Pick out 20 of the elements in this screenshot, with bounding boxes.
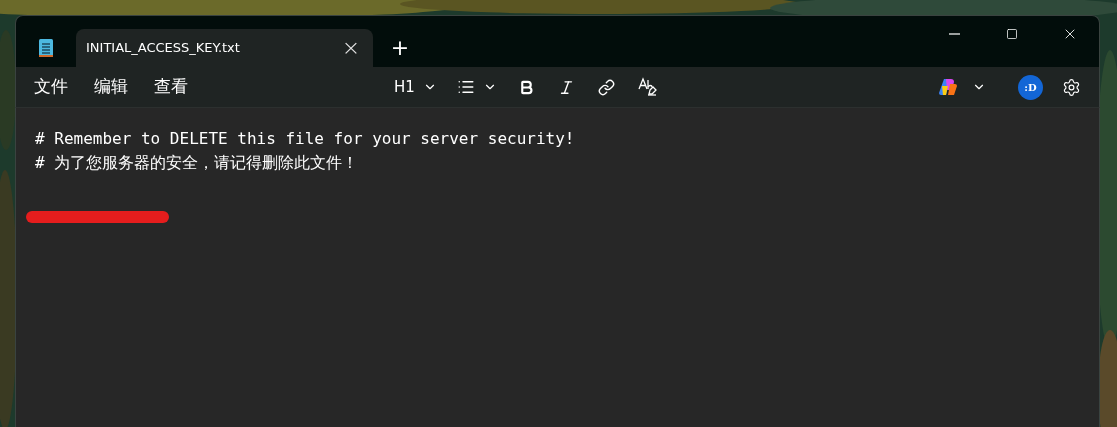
text-line: # Remember to DELETE this file for your server security! [35, 128, 575, 150]
notepad-icon [38, 38, 54, 58]
avatar[interactable]: :D [1018, 74, 1043, 100]
close-tab-button[interactable]: × [337, 34, 365, 62]
list-icon [456, 78, 475, 96]
copilot-icon [938, 77, 958, 97]
file-tab[interactable]: INITIAL_ACCESS_KEY.txt × [76, 29, 373, 67]
maximize-icon [1006, 28, 1018, 40]
text-line: # 为了您服务器的安全，请记得删除此文件！ [35, 152, 359, 174]
editor[interactable]: # Remember to DELETE this file for your server security! # 为了您服务器的安全，请记得删除此文件！ [15, 108, 1100, 427]
tab-title: INITIAL_ACCESS_KEY.txt [86, 39, 241, 58]
new-tab-button[interactable]: + [385, 33, 415, 63]
eraser-icon [636, 77, 657, 97]
menu-item[interactable]: 查看 [142, 72, 200, 102]
settings-icon [1061, 77, 1081, 97]
link-icon [598, 78, 616, 96]
menu-item[interactable]: 编辑 [82, 72, 140, 102]
heading-dropdown[interactable]: H1 [388, 72, 443, 102]
minimize-icon [948, 33, 960, 35]
menu-item[interactable]: 文件 [22, 72, 80, 102]
